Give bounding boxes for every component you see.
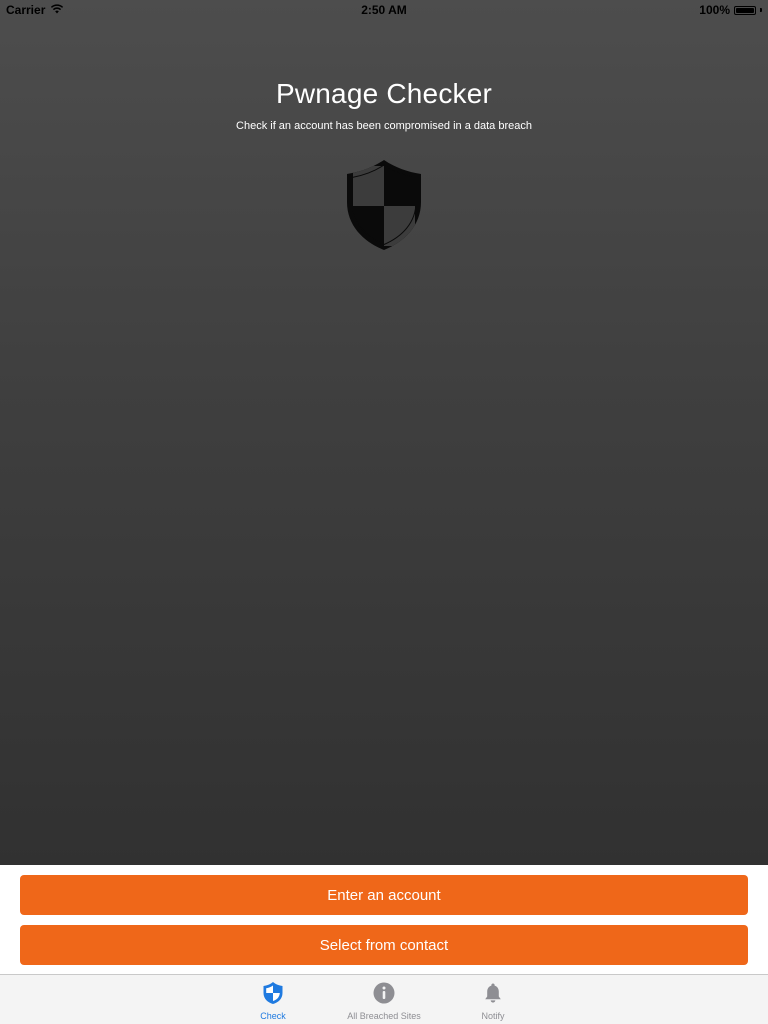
tab-notify[interactable]: Notify (443, 975, 543, 1024)
status-right: 100% (699, 3, 762, 17)
screen: Carrier 2:50 AM 100% Pwnage Checker Chec… (0, 0, 768, 1024)
status-bar: Carrier 2:50 AM 100% (0, 0, 768, 20)
hero-panel: Carrier 2:50 AM 100% Pwnage Checker Chec… (0, 0, 768, 865)
shield-icon (261, 981, 285, 1005)
tab-all-breached-sites-label: All Breached Sites (347, 1011, 421, 1021)
info-icon (372, 981, 396, 1005)
battery-percent: 100% (699, 3, 730, 17)
enter-account-button[interactable]: Enter an account (20, 875, 748, 915)
tab-check-label: Check (260, 1011, 286, 1021)
tab-all-breached-sites[interactable]: All Breached Sites (334, 975, 434, 1024)
tab-check[interactable]: Check (223, 975, 323, 1024)
tab-bar: Check All Breached Sites Notify (0, 974, 768, 1024)
select-contact-button[interactable]: Select from contact (20, 925, 748, 965)
bell-icon (481, 981, 505, 1005)
shield-icon (344, 158, 424, 252)
status-time: 2:50 AM (361, 3, 407, 17)
app-subtitle: Check if an account has been compromised… (236, 120, 532, 132)
battery-tip (760, 8, 762, 12)
tab-notify-label: Notify (481, 1011, 505, 1021)
battery-icon (734, 5, 756, 15)
app-title: Pwnage Checker (275, 78, 493, 109)
